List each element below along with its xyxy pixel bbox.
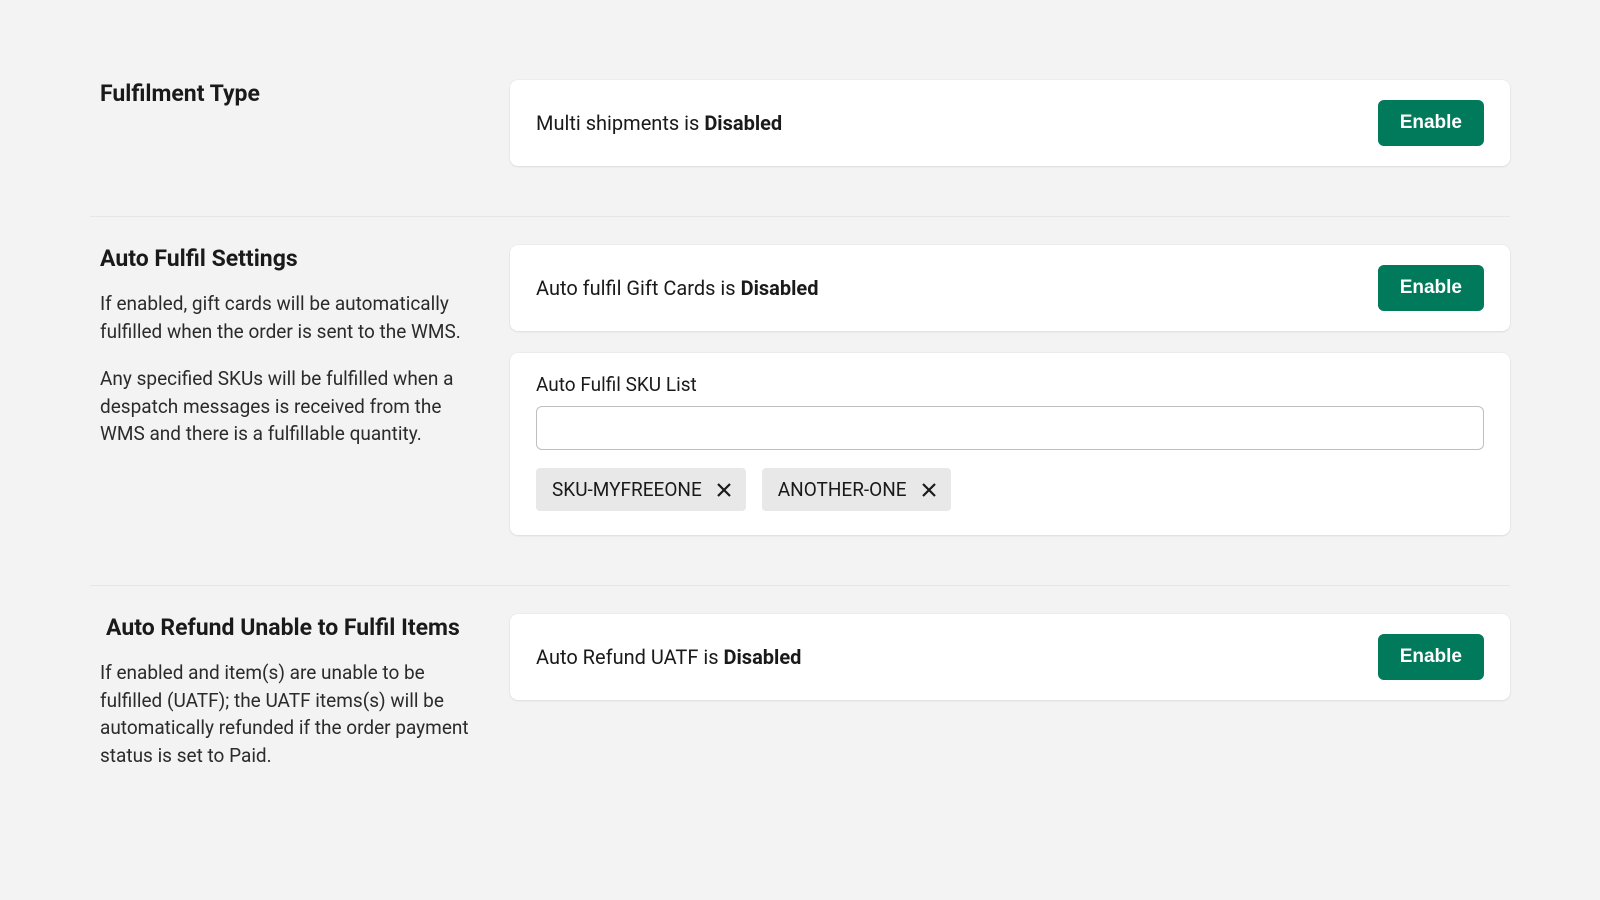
remove-sku-icon[interactable]	[919, 480, 939, 500]
auto-fulfil-giftcards-status: Auto fulfil Gift Cards is Disabled	[536, 276, 818, 300]
section-auto-refund: Auto Refund Unable to Fulfil Items If en…	[90, 614, 1510, 817]
auto-fulfil-desc-1: If enabled, gift cards will be automatic…	[100, 290, 490, 345]
section-auto-fulfil: Auto Fulfil Settings If enabled, gift ca…	[90, 245, 1510, 586]
auto-fulfil-giftcards-card: Auto fulfil Gift Cards is Disabled Enabl…	[510, 245, 1510, 331]
enable-auto-refund-button[interactable]: Enable	[1378, 634, 1484, 680]
enable-multi-shipments-button[interactable]: Enable	[1378, 100, 1484, 146]
multi-shipments-status-value: Disabled	[704, 111, 782, 135]
sku-chip-label: ANOTHER-ONE	[778, 478, 907, 501]
fulfilment-type-card: Multi shipments is Disabled Enable	[510, 80, 1510, 166]
auto-refund-card: Auto Refund UATF is Disabled Enable	[510, 614, 1510, 700]
sku-chip: ANOTHER-ONE	[762, 468, 951, 511]
fulfilment-type-title: Fulfilment Type	[100, 80, 490, 107]
auto-fulfil-desc-2: Any specified SKUs will be fulfilled whe…	[100, 365, 490, 448]
auto-refund-status-value: Disabled	[724, 645, 802, 669]
section-fulfilment-type: Fulfilment Type Multi shipments is Disab…	[90, 80, 1510, 217]
sku-chip: SKU-MYFREEONE	[536, 468, 746, 511]
auto-fulfil-sku-chips: SKU-MYFREEONE ANOTHER-ONE	[536, 468, 1484, 511]
multi-shipments-status-prefix: Multi shipments is	[536, 111, 704, 135]
auto-refund-status: Auto Refund UATF is Disabled	[536, 645, 801, 669]
auto-fulfil-sku-label: Auto Fulfil SKU List	[536, 373, 1484, 396]
sku-chip-label: SKU-MYFREEONE	[552, 478, 702, 501]
auto-fulfil-title: Auto Fulfil Settings	[100, 245, 490, 272]
remove-sku-icon[interactable]	[714, 480, 734, 500]
auto-fulfil-giftcards-status-prefix: Auto fulfil Gift Cards is	[536, 276, 741, 300]
enable-auto-fulfil-giftcards-button[interactable]: Enable	[1378, 265, 1484, 311]
multi-shipments-status: Multi shipments is Disabled	[536, 111, 782, 135]
auto-fulfil-sku-input[interactable]	[536, 406, 1484, 450]
auto-refund-status-prefix: Auto Refund UATF is	[536, 645, 724, 669]
auto-fulfil-giftcards-status-value: Disabled	[741, 276, 819, 300]
auto-refund-desc: If enabled and item(s) are unable to be …	[100, 659, 490, 769]
auto-refund-title: Auto Refund Unable to Fulfil Items	[106, 614, 490, 641]
auto-fulfil-sku-card: Auto Fulfil SKU List SKU-MYFREEONE ANOTH…	[510, 353, 1510, 535]
